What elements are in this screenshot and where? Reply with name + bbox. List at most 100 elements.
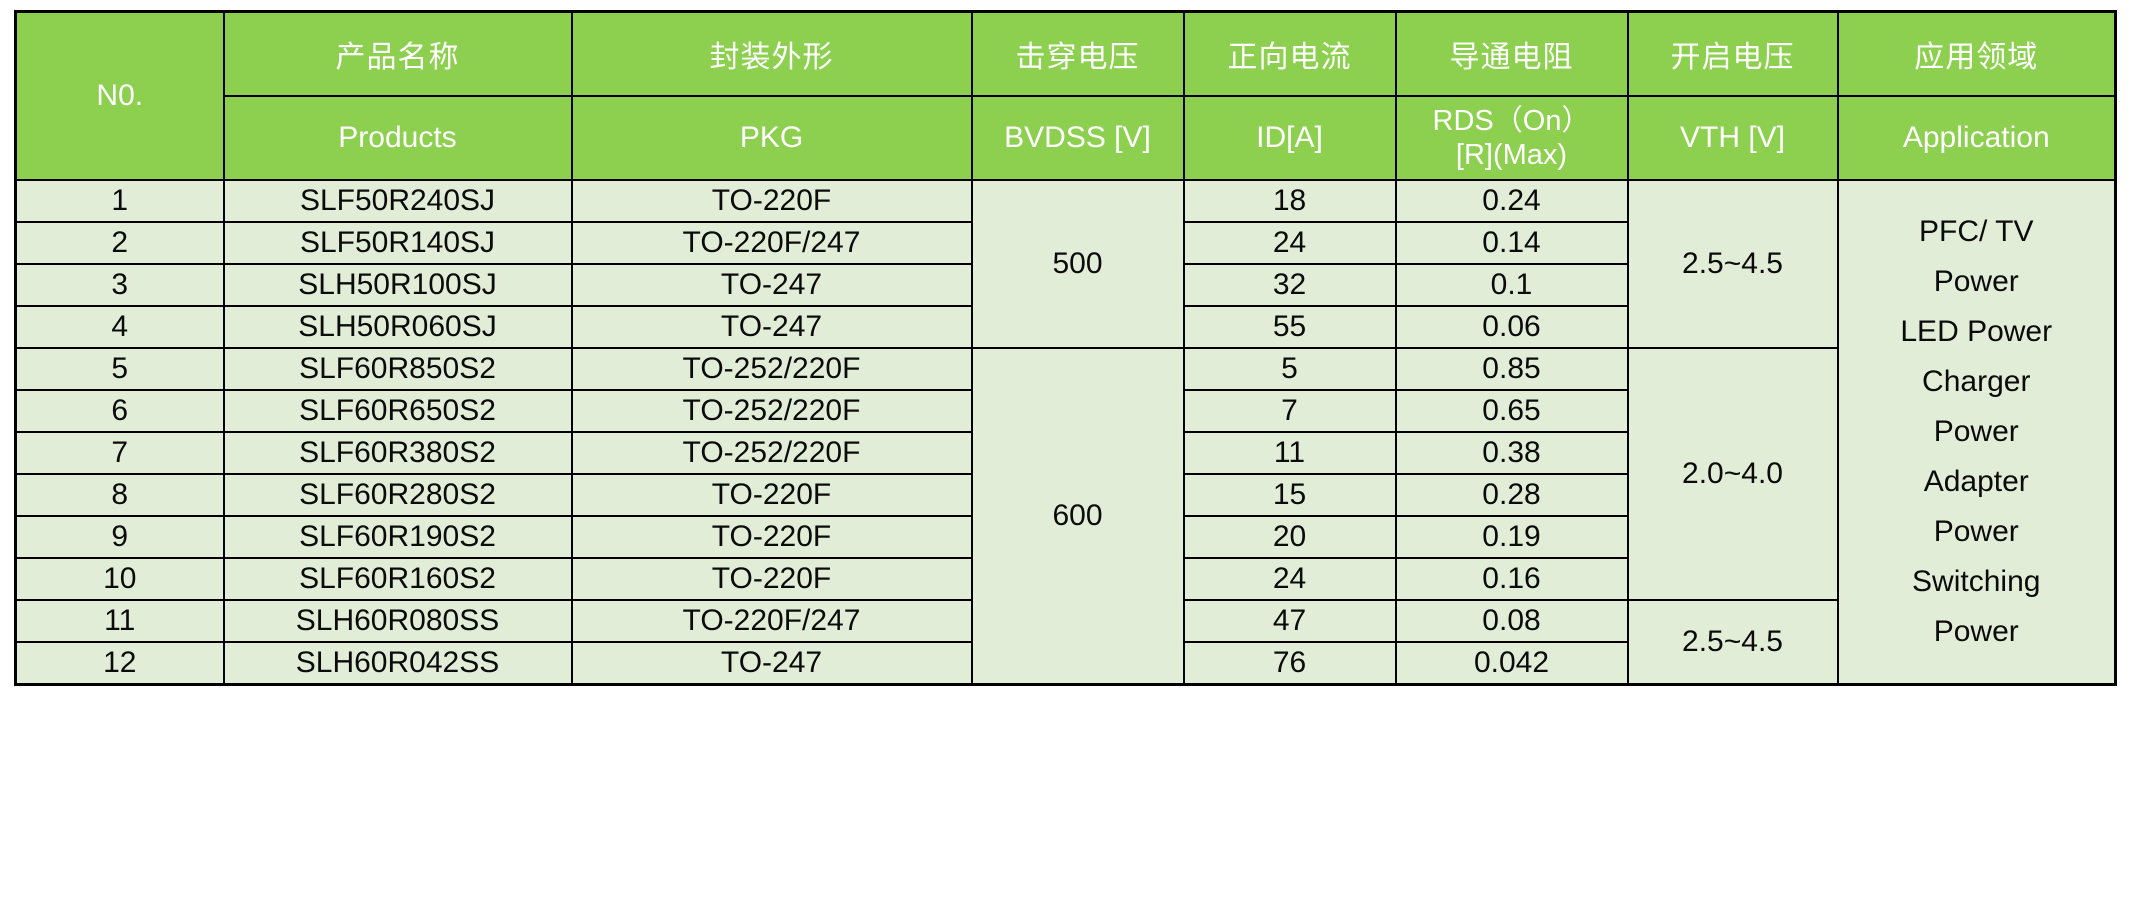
column-header-pkg-cn: 封装外形 — [570, 10, 973, 97]
column-header-application-cn: 应用领域 — [1836, 10, 2117, 97]
cell-rds: 0.65 — [1394, 389, 1629, 433]
cell-id: 32 — [1182, 263, 1397, 307]
cell-pkg: TO-220F — [570, 473, 973, 517]
cell-rds: 0.14 — [1394, 221, 1629, 265]
cell-product: SLF60R190S2 — [222, 515, 573, 559]
cell-no: 3 — [14, 263, 225, 307]
cell-vth: 2.0~4.0 — [1626, 347, 1839, 601]
application-line: LED Power — [1900, 315, 2053, 348]
column-header-rds-en-line2: [R](Max) — [1455, 139, 1568, 171]
column-header-rds-en: RDS（On） [R](Max) — [1394, 95, 1629, 181]
cell-pkg: TO-247 — [570, 305, 973, 349]
cell-rds: 0.16 — [1394, 557, 1629, 601]
cell-pkg: TO-220F/247 — [570, 599, 973, 643]
cell-pkg: TO-247 — [570, 641, 973, 686]
cell-no: 1 — [14, 179, 225, 223]
cell-no: 4 — [14, 305, 225, 349]
cell-id: 55 — [1182, 305, 1397, 349]
cell-bvdss: 600 — [970, 347, 1185, 686]
cell-no: 12 — [14, 641, 225, 686]
cell-product: SLH60R080SS — [222, 599, 573, 643]
application-line: Power — [1933, 265, 2019, 298]
cell-product: SLF60R280S2 — [222, 473, 573, 517]
column-header-bvdss-cn: 击穿电压 — [970, 10, 1185, 97]
cell-id: 15 — [1182, 473, 1397, 517]
cell-id: 76 — [1182, 641, 1397, 686]
cell-product: SLF60R380S2 — [222, 431, 573, 475]
column-header-products-cn: 产品名称 — [222, 10, 573, 97]
cell-no: 9 — [14, 515, 225, 559]
cell-rds: 0.042 — [1394, 641, 1629, 686]
cell-product: SLF60R850S2 — [222, 347, 573, 391]
cell-pkg: TO-220F/247 — [570, 221, 973, 265]
application-line: PFC/ TV — [1919, 215, 2034, 248]
cell-pkg: TO-220F — [570, 515, 973, 559]
cell-application: PFC/ TV Power LED Power Charger Power Adapter… — [1836, 179, 2117, 686]
cell-bvdss: 500 — [970, 179, 1185, 349]
cell-id: 24 — [1182, 221, 1397, 265]
mosfet-spec-table: N0. 产品名称 封装外形 击穿电压 正向电流 导通电阻 开启电压 应用领域 P… — [14, 10, 2117, 686]
cell-id: 20 — [1182, 515, 1397, 559]
cell-pkg: TO-252/220F — [570, 389, 973, 433]
table-header: N0. 产品名称 封装外形 击穿电压 正向电流 导通电阻 开启电压 应用领域 P… — [14, 10, 2117, 181]
application-line: Charger — [1922, 365, 2031, 398]
column-header-vth-cn: 开启电压 — [1626, 10, 1839, 97]
cell-rds: 0.08 — [1394, 599, 1629, 643]
column-header-id-cn: 正向电流 — [1182, 10, 1397, 97]
column-header-rds-cn: 导通电阻 — [1394, 10, 1629, 97]
application-line: Power — [1933, 615, 2019, 648]
cell-id: 5 — [1182, 347, 1397, 391]
cell-id: 11 — [1182, 431, 1397, 475]
cell-rds: 0.19 — [1394, 515, 1629, 559]
cell-pkg: TO-247 — [570, 263, 973, 307]
cell-pkg: TO-220F — [570, 557, 973, 601]
spec-table-sheet: N0. 产品名称 封装外形 击穿电压 正向电流 导通电阻 开启电压 应用领域 P… — [14, 10, 2117, 906]
column-header-pkg-en: PKG — [570, 95, 973, 181]
cell-rds: 0.06 — [1394, 305, 1629, 349]
cell-rds: 0.1 — [1394, 263, 1629, 307]
table-body: 1 SLF50R240SJ TO-220F 500 18 0.24 2.5~4.5 PFC/ … — [14, 179, 2117, 686]
cell-product: SLH60R042SS — [222, 641, 573, 686]
cell-rds: 0.28 — [1394, 473, 1629, 517]
cell-vth: 2.5~4.5 — [1626, 599, 1839, 686]
cell-no: 8 — [14, 473, 225, 517]
column-header-application-en: Application — [1836, 95, 2117, 181]
cell-id: 18 — [1182, 179, 1397, 223]
cell-product: SLH50R060SJ — [222, 305, 573, 349]
cell-vth: 2.5~4.5 — [1626, 179, 1839, 349]
cell-rds: 0.85 — [1394, 347, 1629, 391]
cell-product: SLH50R100SJ — [222, 263, 573, 307]
cell-pkg: TO-252/220F — [570, 431, 973, 475]
cell-no: 6 — [14, 389, 225, 433]
column-header-products-en: Products — [222, 95, 573, 181]
application-line: Adapter — [1923, 465, 2029, 498]
application-line: Switching — [1912, 565, 2041, 598]
cell-product: SLF60R650S2 — [222, 389, 573, 433]
cell-id: 24 — [1182, 557, 1397, 601]
cell-no: 10 — [14, 557, 225, 601]
cell-pkg: TO-220F — [570, 179, 973, 223]
column-header-rds-en-line1: RDS（On） — [1432, 105, 1591, 137]
application-line: Power — [1933, 515, 2019, 548]
column-header-no: N0. — [14, 10, 225, 181]
cell-rds: 0.24 — [1394, 179, 1629, 223]
column-header-bvdss-en: BVDSS [V] — [970, 95, 1185, 181]
cell-no: 11 — [14, 599, 225, 643]
cell-rds: 0.38 — [1394, 431, 1629, 475]
cell-pkg: TO-252/220F — [570, 347, 973, 391]
cell-no: 7 — [14, 431, 225, 475]
cell-product: SLF50R140SJ — [222, 221, 573, 265]
cell-no: 2 — [14, 221, 225, 265]
header-row-chinese: N0. 产品名称 封装外形 击穿电压 正向电流 导通电阻 开启电压 应用领域 — [14, 10, 2117, 181]
table-row: 5 SLF60R850S2 TO-252/220F 600 5 0.85 2.0~4.0 — [14, 347, 2116, 686]
table-row: 1 SLF50R240SJ TO-220F 500 18 0.24 2.5~4.5 PFC/ … — [14, 179, 2117, 686]
cell-no: 5 — [14, 347, 225, 391]
header-row-english: Products PKG BVDSS [V] ID[A] RDS（On） [R]… — [16, 95, 2117, 181]
column-header-id-en: ID[A] — [1182, 95, 1397, 181]
cell-product: SLF60R160S2 — [222, 557, 573, 601]
column-header-vth-en: VTH [V] — [1626, 95, 1839, 181]
cell-id: 47 — [1182, 599, 1397, 643]
cell-id: 7 — [1182, 389, 1397, 433]
cell-product: SLF50R240SJ — [222, 179, 573, 223]
application-line: Power — [1933, 415, 2019, 448]
